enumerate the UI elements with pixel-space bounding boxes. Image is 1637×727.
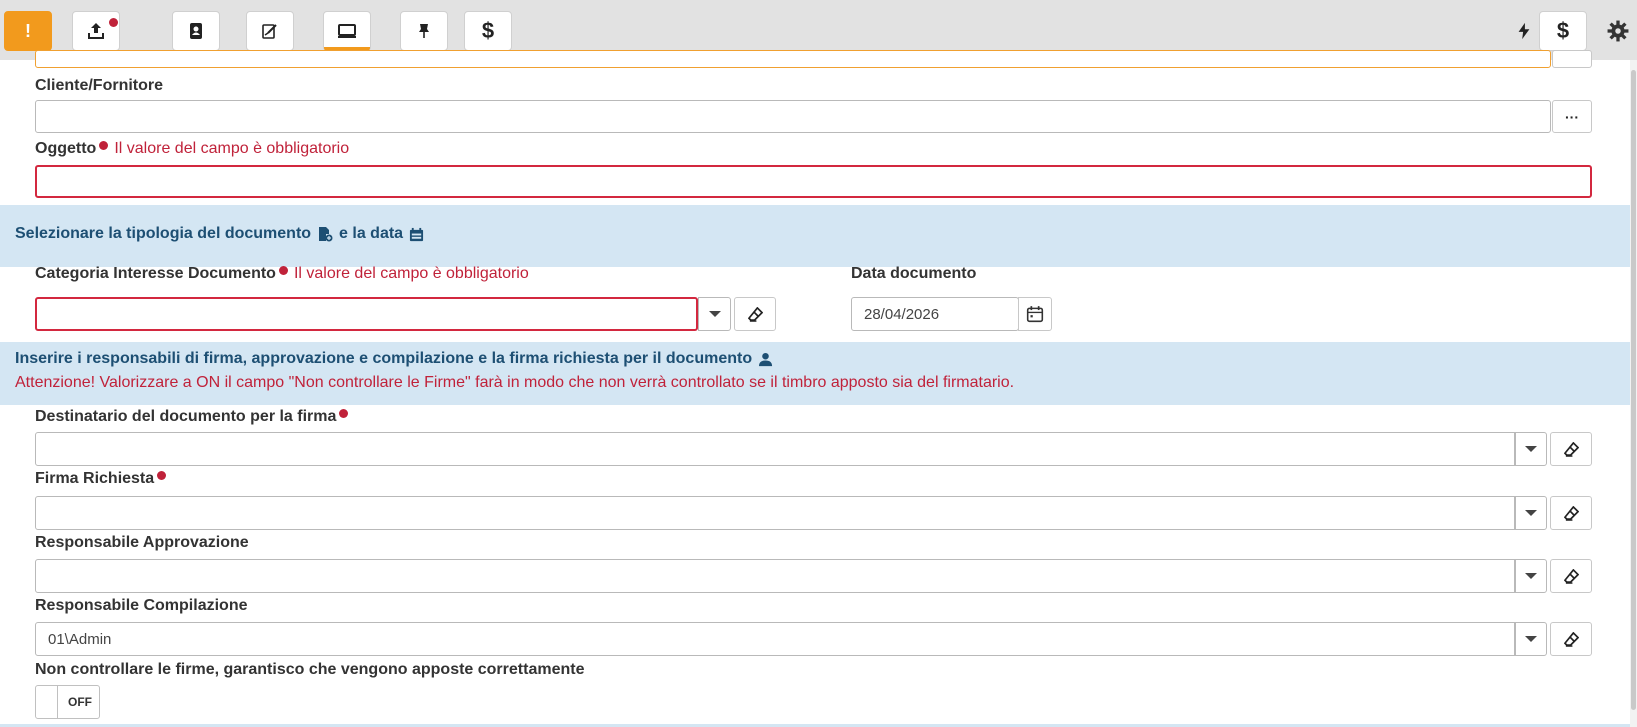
notification-dot <box>109 18 118 27</box>
page: ! $ $ Cliente/Fornitore ··· Oggetto Il v… <box>0 0 1637 727</box>
user-icon <box>759 352 773 366</box>
firma-input[interactable] <box>35 496 1515 530</box>
categoria-error: Il valore del campo è obbligatorio <box>293 265 529 282</box>
dollar-icon: $ <box>1556 18 1570 43</box>
section-tipologia-title: Selezionare la tipologia del documento e… <box>15 225 424 243</box>
eraser-icon <box>1563 441 1579 457</box>
chevron-down-icon <box>708 311 721 317</box>
approvazione-input[interactable] <box>35 559 1515 593</box>
categoria-dropdown-button[interactable] <box>698 297 731 331</box>
section-tipologia-title-part1: Selezionare la tipologia del documento <box>15 225 312 242</box>
currency-button[interactable]: $ <box>464 11 512 51</box>
firma-dropdown-button[interactable] <box>1515 496 1547 530</box>
eraser-icon <box>1563 631 1579 647</box>
firma-label-text: Firma Richiesta <box>35 470 155 487</box>
cliente-input[interactable] <box>35 100 1551 133</box>
firma-label: Firma Richiesta <box>35 470 167 488</box>
chevron-down-icon <box>1525 510 1537 516</box>
form-content: Cliente/Fornitore ··· Oggetto Il valore d… <box>0 50 1630 727</box>
toggle-state-label: OFF <box>68 695 92 709</box>
cliente-label: Cliente/Fornitore <box>35 77 164 94</box>
required-dot <box>339 409 349 418</box>
scrollbar-thumb[interactable] <box>1631 70 1636 710</box>
categoria-label-text: Categoria Interesse Documento <box>35 265 276 282</box>
eraser-icon <box>1563 568 1579 584</box>
section-responsabili-title: Inserire i responsabili di firma, approv… <box>15 350 773 368</box>
compilazione-clear-button[interactable] <box>1550 622 1592 656</box>
destinatario-input[interactable] <box>35 432 1515 466</box>
calendar-icon <box>1026 306 1044 323</box>
destinatario-clear-button[interactable] <box>1550 432 1592 466</box>
document-add-icon <box>319 227 333 242</box>
upload-icon <box>88 23 104 39</box>
oggetto-error: Il valore del campo è obbligatorio <box>114 140 350 157</box>
cliente-lookup-button[interactable]: ··· <box>1552 100 1592 133</box>
section-tipologia-title-part2: e la data <box>339 225 404 242</box>
non-controllare-label: Non controllare le firme, garantisco che… <box>35 661 585 678</box>
oggetto-input[interactable] <box>35 165 1592 198</box>
categoria-input[interactable] <box>35 297 698 331</box>
monitor-button[interactable] <box>323 11 371 51</box>
approvazione-clear-button[interactable] <box>1550 559 1592 593</box>
data-calendar-button[interactable] <box>1018 297 1052 331</box>
top-partial-field[interactable] <box>35 50 1551 68</box>
destinatario-dropdown-button[interactable] <box>1515 432 1547 466</box>
firma-clear-button[interactable] <box>1550 496 1592 530</box>
approvazione-label: Responsabile Approvazione <box>35 534 249 551</box>
toggle-knob <box>36 686 58 718</box>
section-responsabili-title-text: Inserire i responsabili di firma, approv… <box>15 350 753 367</box>
section-responsabili: Inserire i responsabili di firma, approv… <box>0 342 1630 405</box>
signature-icon <box>262 24 277 39</box>
destinatario-label: Destinatario del documento per la firma <box>35 408 349 426</box>
dollar-icon: $ <box>481 18 495 43</box>
chevron-down-icon <box>1525 573 1537 579</box>
categoria-label: Categoria Interesse Documento Il valore d… <box>35 265 529 283</box>
scrollbar[interactable] <box>1630 60 1637 727</box>
compilazione-dropdown-button[interactable] <box>1515 622 1547 656</box>
section-tipologia: Selezionare la tipologia del documento e… <box>0 205 1630 267</box>
top-partial-button[interactable] <box>1552 50 1592 68</box>
categoria-clear-button[interactable] <box>734 297 776 331</box>
ellipsis-icon: ··· <box>1565 108 1579 125</box>
data-label: Data documento <box>851 265 977 282</box>
pin-button[interactable] <box>400 11 448 51</box>
data-input[interactable]: 28/04/2026 <box>851 297 1019 331</box>
compilazione-label: Responsabile Compilazione <box>35 597 248 614</box>
chevron-down-icon <box>1525 446 1537 452</box>
sign-document-button[interactable] <box>246 11 294 51</box>
approvazione-dropdown-button[interactable] <box>1515 559 1547 593</box>
monitor-icon <box>338 24 356 38</box>
gear-icon <box>1607 20 1629 42</box>
alert-button[interactable]: ! <box>4 11 52 51</box>
address-book-icon <box>190 23 202 39</box>
section-responsabili-warning: Attenzione! Valorizzare a ON il campo "N… <box>15 374 1015 391</box>
non-controllare-toggle[interactable]: OFF <box>35 685 100 719</box>
calendar-icon <box>410 227 424 241</box>
settings-button[interactable] <box>1603 16 1633 46</box>
oggetto-label: Oggetto Il valore del campo è obbligatori… <box>35 140 349 158</box>
required-dot <box>278 266 288 275</box>
oggetto-label-text: Oggetto <box>35 140 97 157</box>
required-dot <box>157 471 167 480</box>
pin-icon <box>419 24 429 38</box>
eraser-icon <box>1563 505 1579 521</box>
alert-label: ! <box>25 20 31 41</box>
required-dot <box>99 141 109 150</box>
destinatario-label-text: Destinatario del documento per la firma <box>35 408 337 425</box>
right-currency-button[interactable]: $ <box>1539 11 1587 51</box>
eraser-icon <box>747 306 763 322</box>
compilazione-input[interactable]: 01\Admin <box>35 622 1515 656</box>
lightning-icon <box>1518 22 1530 40</box>
chevron-down-icon <box>1525 636 1537 642</box>
address-book-button[interactable] <box>172 11 220 51</box>
flash-button[interactable] <box>1509 16 1539 46</box>
upload-button[interactable] <box>72 11 120 51</box>
